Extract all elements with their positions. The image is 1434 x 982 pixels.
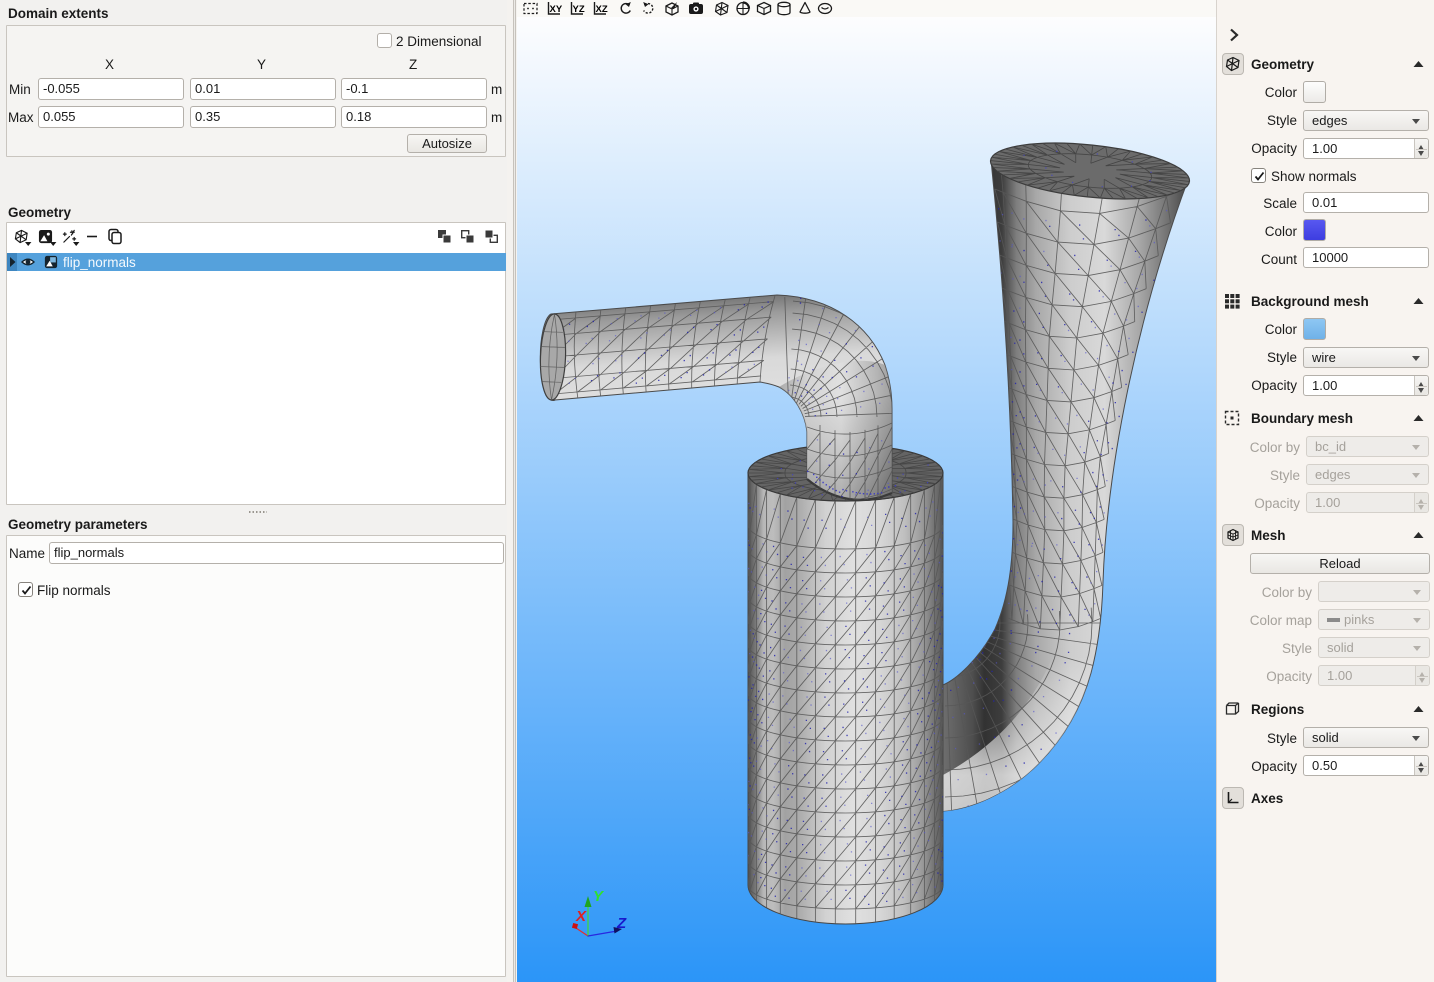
svg-text:Z: Z [616,915,627,932]
svg-text:XY: XY [550,4,563,15]
svg-text:XZ: XZ [596,4,608,15]
svg-text:X: X [575,908,587,925]
svg-text:YZ: YZ [573,4,585,15]
